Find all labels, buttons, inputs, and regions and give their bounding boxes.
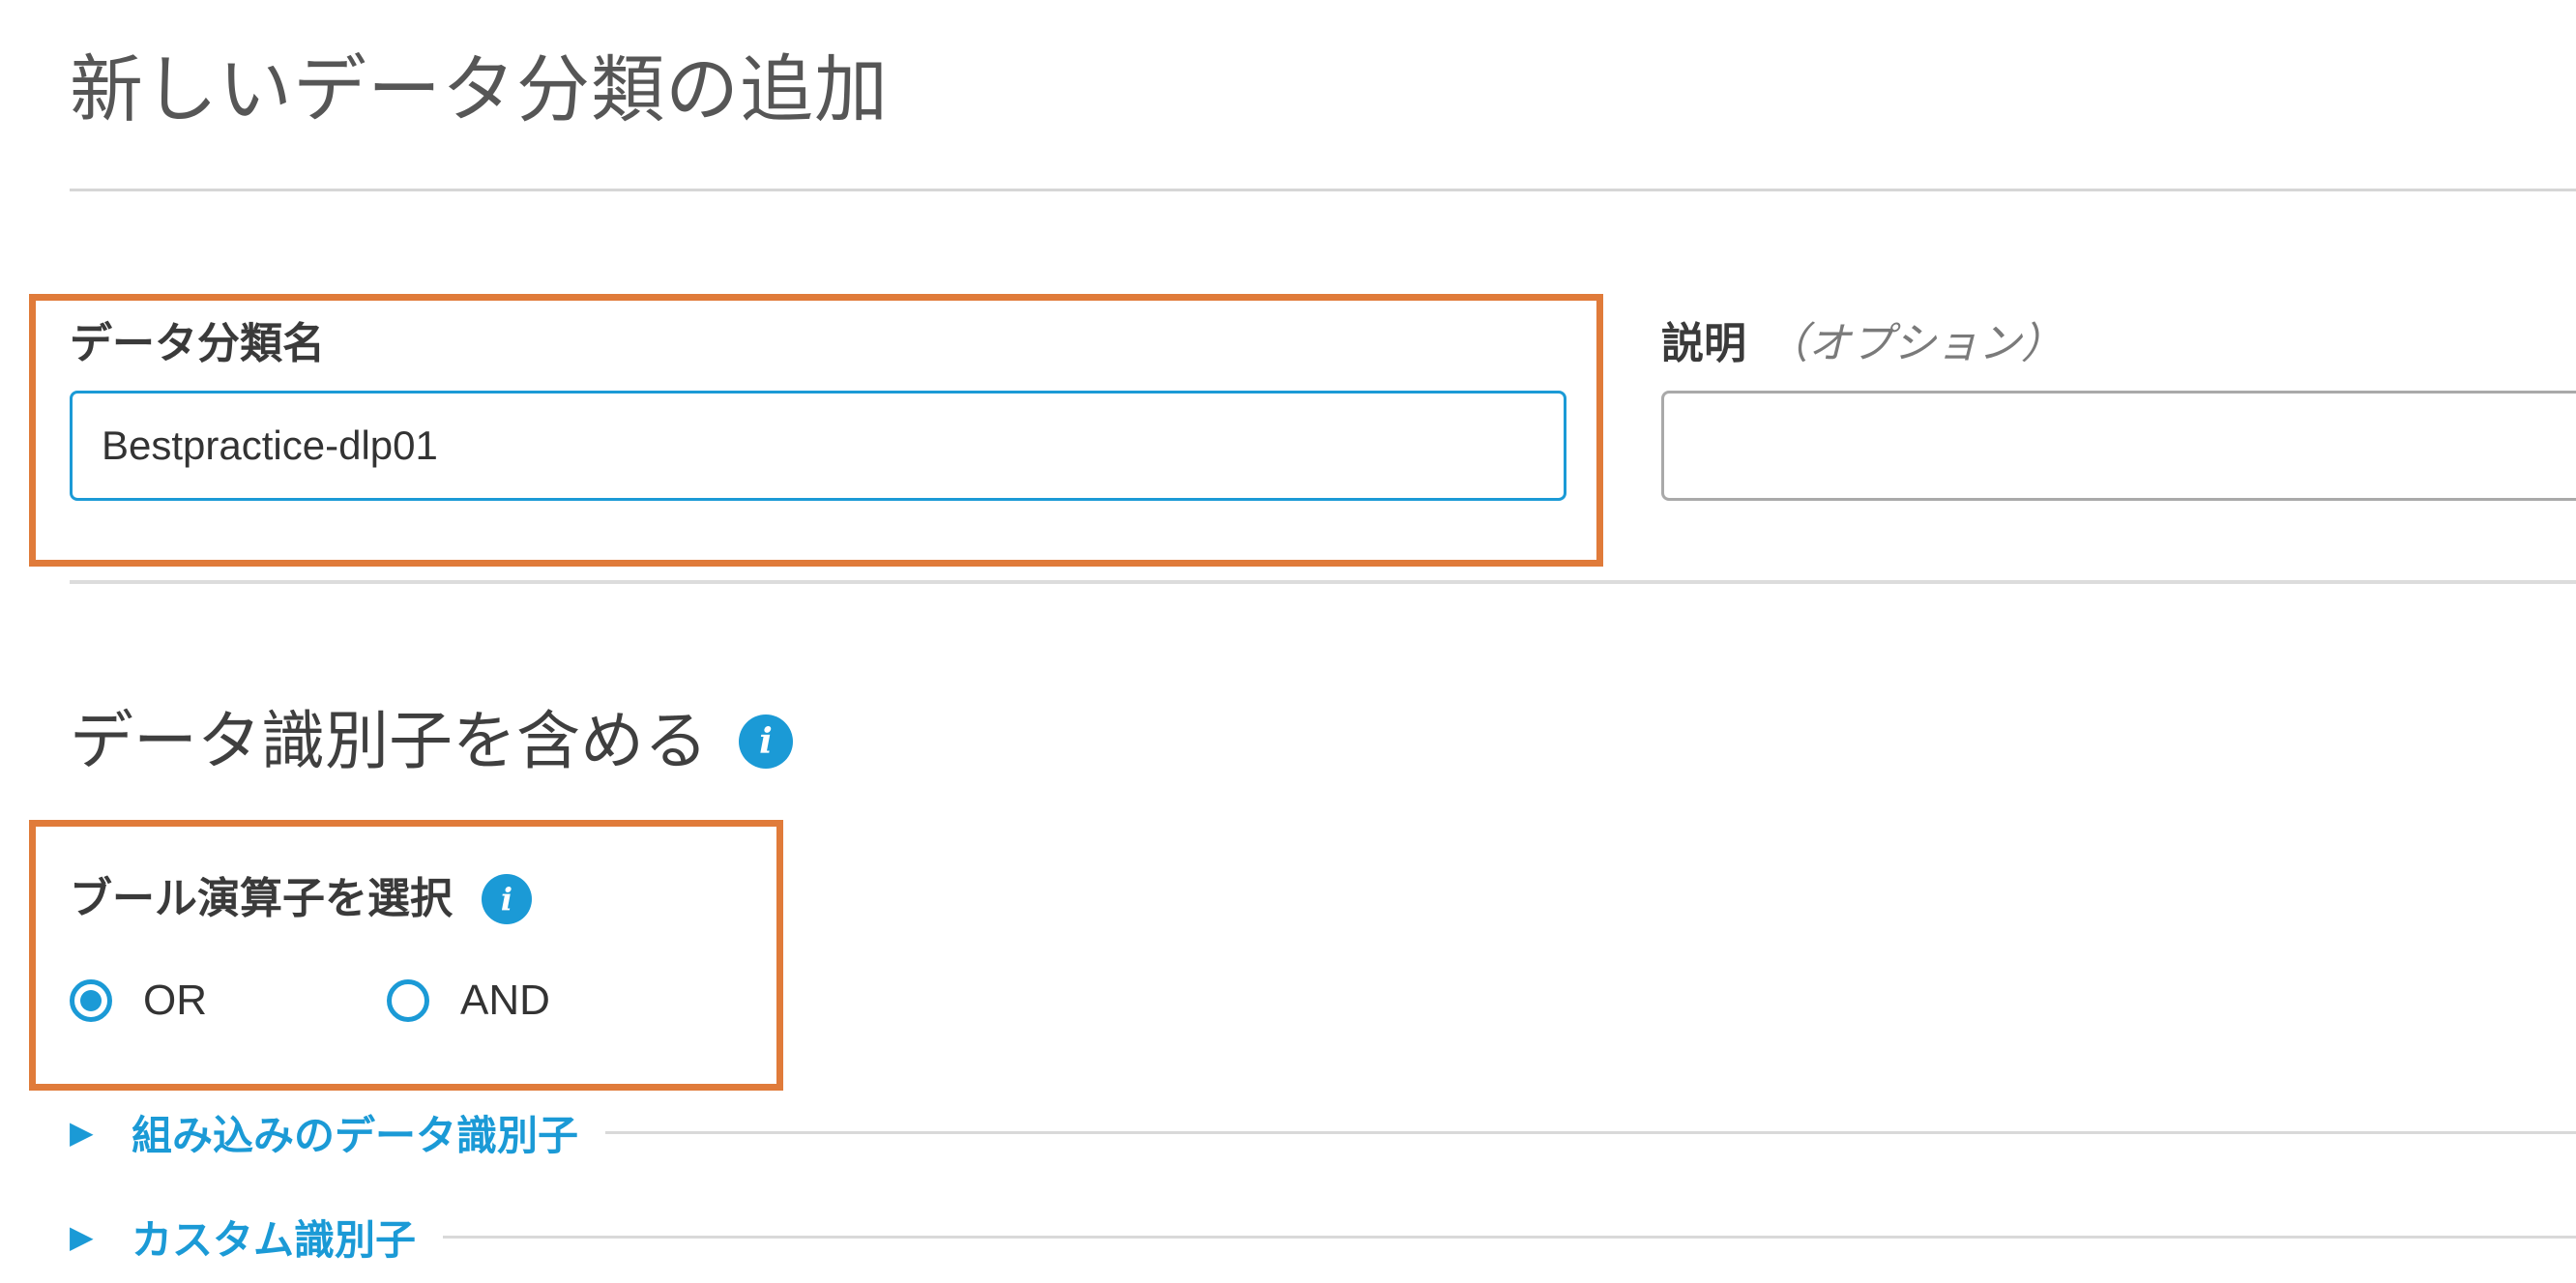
form-divider [70,580,2576,584]
identifiers-heading: データ識別子を含める i [70,698,793,785]
boolean-operator-radio-group: OR AND [70,977,550,1025]
name-field-label: データ分類名 [70,315,325,373]
description-input[interactable] [1661,391,2576,501]
radio-or-label: OR [143,977,207,1024]
builtin-identifiers-label: 組み込みのデータ識別子 [132,1111,579,1159]
classification-name-input[interactable] [70,391,1566,501]
info-icon[interactable]: i [482,874,532,924]
radio-or[interactable]: OR [70,977,207,1025]
info-icon[interactable]: i [739,714,793,769]
highlight-frame-boolean [29,820,783,1091]
custom-identifiers-expander[interactable]: ▶ カスタム識別子 [70,1207,2576,1267]
radio-dot [80,990,102,1011]
add-data-classification-page: 新しいデータ分類の追加 データ分類名 説明 （オプション） データ識別子を含める … [0,0,2576,1283]
optional-hint: （オプション） [1766,319,2064,368]
builtin-identifiers-expander[interactable]: ▶ 組み込みのデータ識別子 [70,1102,2576,1162]
expander-rule [443,1235,2576,1239]
custom-identifiers-label: カスタム識別子 [132,1215,417,1264]
description-field-label: 説明 （オプション） [1661,315,2064,373]
radio-and-label: AND [460,977,550,1024]
boolean-operator-label: ブール演算子を選択 i [70,870,532,928]
radio-button-unselected[interactable] [387,979,429,1022]
name-label-text: データ分類名 [70,319,325,368]
page-title: 新しいデータ分類の追加 [70,46,889,132]
title-divider [70,189,2576,191]
boolean-operator-label-text: ブール演算子を選択 [70,874,453,923]
expander-rule [605,1130,2576,1134]
description-label-text: 説明 [1661,319,1746,368]
triangle-right-icon: ▶ [70,1218,94,1255]
radio-button-selected[interactable] [70,979,112,1022]
radio-and[interactable]: AND [387,977,550,1025]
identifiers-heading-text: データ識別子を含める [70,704,708,778]
triangle-right-icon: ▶ [70,1114,94,1151]
